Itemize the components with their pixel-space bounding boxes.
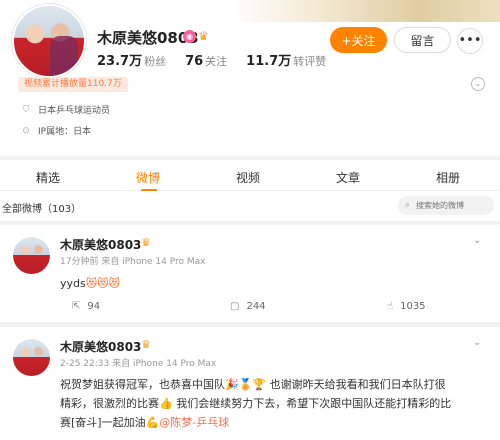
share-button[interactable]: ⇱ 94 (72, 301, 100, 312)
crown-badge-icon: ♛ (141, 236, 151, 249)
ip-text: IP属地：日本 (38, 127, 92, 137)
post-author[interactable]: 木原美悠0803 (60, 338, 141, 355)
post-menu-chevron-icon[interactable]: ⌄ (473, 235, 481, 246)
tab-weibo[interactable]: 微博 (136, 169, 160, 186)
video-plays-badge: 视频累计播放量110.7万 (18, 77, 128, 92)
post-text-line: 赛[奋斗]一起加油💪@陈梦-乒乓球 (60, 416, 230, 429)
verified-shield-icon: ⛉ (22, 104, 30, 115)
tab-featured[interactable]: 精选 (36, 169, 60, 186)
share-icon: ⇱ (72, 301, 81, 312)
post-text-line: 精彩，很激烈的比赛👍 我们会继续努力下去，希望下次跟中国队还能打精彩的比 (60, 397, 452, 410)
location-pin-icon: ⊙ (22, 125, 30, 136)
profile-stats: 23.7万 粉丝 76 关注 11.7万 转评赞 (97, 50, 326, 69)
profile-tabs: 精选 微博 视频 文章 相册 (0, 160, 500, 191)
tab-album[interactable]: 相册 (436, 169, 460, 186)
cover-banner (230, 0, 500, 22)
tab-video[interactable]: 视频 (236, 169, 260, 186)
cat-emoji-icon: 😻😻😻 (85, 277, 121, 290)
bio-row: ⛉ 日本乒乓球运动员 (20, 103, 111, 117)
expand-profile-icon[interactable]: ⌄ (471, 77, 485, 91)
message-button[interactable]: 留言 (394, 27, 451, 53)
post-card: 木原美悠0803 ♛ 2-25 22:33 来自 iPhone 14 Pro M… (0, 327, 500, 440)
feed-title: 全部微博（103） (2, 204, 82, 215)
avatar[interactable] (12, 4, 86, 78)
post-card: 木原美悠0803 ♛ 17分钟前 来自 iPhone 14 Pro Max ⌄ … (0, 225, 500, 322)
like-button[interactable]: ☝ 1035 (387, 301, 426, 312)
feed-filter-bar: 全部微博（103） ⌕ (0, 191, 500, 221)
stat-following[interactable]: 76 关注 (185, 54, 227, 69)
bio-text: 日本乒乓球运动员 (38, 106, 111, 116)
post-author[interactable]: 木原美悠0803 (60, 236, 141, 253)
more-options-button[interactable]: ••• (457, 28, 483, 54)
like-count: 1035 (400, 301, 426, 312)
post-text-line: 祝贺梦姐获得冠军，也恭喜中国队🎉🏅🏆 也谢谢昨天给我看和我们日本队打很 (60, 378, 446, 391)
post-text: 祝贺梦姐获得冠军，也恭喜中国队🎉🏅🏆 也谢谢昨天给我看和我们日本队打很 精彩，很… (60, 375, 490, 432)
profile-header: 木原美悠0803 ◉ ♛ 23.7万 粉丝 76 关注 11.7万 转评赞 +关注 留… (0, 0, 500, 156)
share-count: 94 (87, 301, 101, 312)
crown-badge-icon: ♛ (141, 338, 151, 351)
post-actions: ⇱ 94 ▢ 244 ☝ 1035 (0, 297, 500, 319)
stat-followers[interactable]: 23.7万 粉丝 (97, 54, 166, 69)
search-icon: ⌕ (405, 200, 411, 210)
post-avatar[interactable] (13, 339, 50, 376)
crown-badge-icon: ♛ (198, 29, 209, 43)
post-meta: 2-25 22:33 来自 iPhone 14 Pro Max (60, 356, 216, 369)
comment-count: 244 (246, 301, 266, 312)
post-time[interactable]: 2-25 22:33 (60, 359, 109, 369)
post-time[interactable]: 17分钟前 (60, 257, 98, 267)
feed-search-input[interactable] (398, 196, 494, 215)
stat-reposts-comments-likes: 11.7万 转评赞 (246, 54, 327, 69)
comment-icon: ▢ (230, 301, 240, 312)
post-menu-chevron-icon[interactable]: ⌄ (473, 337, 481, 348)
post-avatar[interactable] (13, 237, 50, 274)
comment-button[interactable]: ▢ 244 (230, 301, 266, 312)
post-source: 来自 iPhone 14 Pro Max (101, 257, 206, 267)
post-text: yyds😻😻😻 (60, 277, 121, 290)
follow-button[interactable]: +关注 (330, 27, 387, 53)
post-meta: 17分钟前 来自 iPhone 14 Pro Max (60, 254, 206, 267)
mention-link[interactable]: @陈梦-乒乓球 (159, 416, 229, 429)
pink-badge-icon: ◉ (183, 30, 196, 43)
ip-row: ⊙ IP属地：日本 (20, 124, 92, 138)
tab-articles[interactable]: 文章 (336, 169, 360, 186)
like-icon: ☝ (387, 301, 394, 312)
post-source: 来自 iPhone 14 Pro Max (112, 359, 217, 369)
